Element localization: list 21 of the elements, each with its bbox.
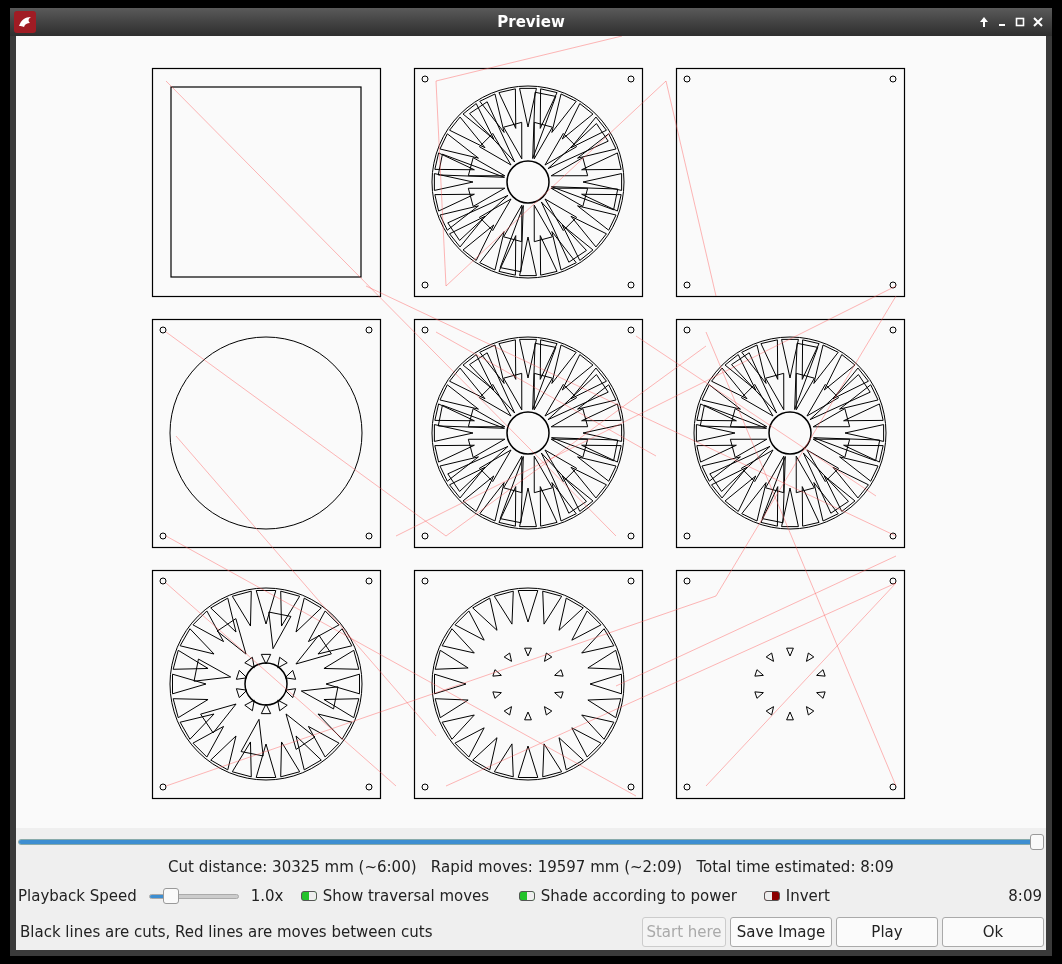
app-logo-icon bbox=[14, 11, 36, 33]
dialog-button[interactable]: Ok bbox=[942, 917, 1044, 947]
toggle-switch[interactable] bbox=[518, 891, 535, 901]
toggle-label: Show traversal moves bbox=[322, 885, 490, 907]
toggle-label: Invert bbox=[785, 885, 830, 907]
toggle-label: Shade according to power bbox=[540, 885, 737, 907]
toggle-switch[interactable] bbox=[763, 891, 780, 901]
dialog-button[interactable]: Play bbox=[836, 917, 938, 947]
progress-slider[interactable] bbox=[18, 834, 1044, 850]
elapsed-time: 8:09 bbox=[1008, 885, 1043, 907]
stats-text: Cut distance: 30325 mm (~6:00) Rapid moves: 19597 mm (~2:09) Total time estimated: 8:09 bbox=[167, 857, 895, 878]
close-icon[interactable] bbox=[1032, 16, 1044, 28]
window-title: Preview bbox=[497, 11, 565, 33]
dialog-button[interactable]: Save Image bbox=[730, 917, 832, 947]
speed-reading: 1.0x bbox=[250, 885, 285, 907]
playback-speed-label: Playback Speed bbox=[18, 885, 137, 907]
arrow-up-icon[interactable] bbox=[978, 16, 990, 28]
toggle-switch[interactable] bbox=[300, 891, 317, 901]
legend-text: Black lines are cuts, Red lines are moves between cuts bbox=[19, 921, 433, 943]
maximize-icon[interactable] bbox=[1014, 16, 1026, 28]
slider-thumb[interactable] bbox=[163, 888, 180, 904]
